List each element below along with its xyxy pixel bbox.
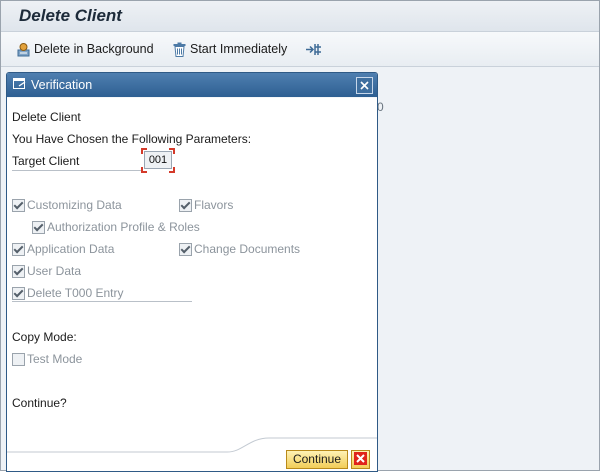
delete-in-background-label: Delete in Background [34, 42, 154, 56]
page-title: Delete Client [19, 6, 122, 25]
start-immediately-button[interactable]: Start Immediately [172, 40, 287, 58]
focus-corner-tl [141, 148, 147, 154]
customizing-data-checkbox[interactable]: Customizing Data [12, 198, 122, 212]
background-job-icon [16, 42, 31, 57]
schedule-button[interactable] [305, 40, 322, 58]
schedule-icon [305, 42, 322, 57]
continue-button[interactable]: Continue [286, 450, 348, 469]
dialog-close-button[interactable] [356, 77, 373, 94]
start-immediately-label: Start Immediately [190, 42, 288, 56]
app-window: Delete Client Delete in Background Start… [0, 0, 600, 472]
authorization-profile-roles-checkbox[interactable]: Authorization Profile & Roles [32, 220, 200, 234]
delete-t000-entry-checkbox[interactable]: Delete T000 Entry [12, 286, 124, 300]
user-data-checkbox[interactable]: User Data [12, 264, 81, 278]
continue-question: Continue? [12, 396, 67, 410]
target-client-label: Target Client [12, 154, 80, 168]
checkbox-box [179, 242, 192, 256]
background-text: 0 [377, 100, 384, 114]
delete-t000-entry-label: Delete T000 Entry [27, 286, 124, 300]
customizing-data-label: Customizing Data [27, 198, 122, 212]
checkbox-box [32, 220, 45, 234]
cancel-icon [354, 451, 367, 468]
checkbox-box [12, 286, 25, 300]
test-mode-label: Test Mode [27, 352, 83, 366]
copy-mode-label: Copy Mode: [12, 330, 77, 344]
flavors-label: Flavors [194, 198, 234, 212]
dialog-window-icon [13, 78, 27, 94]
dialog-body: Delete Client You Have Chosen the Follow… [7, 98, 377, 471]
checkbox-box [12, 264, 25, 278]
dialog-header: Verification [7, 73, 377, 97]
checkbox-box [12, 198, 25, 212]
target-client-field[interactable]: 001 [144, 151, 172, 169]
application-data-label: Application Data [27, 242, 115, 256]
test-mode-checkbox[interactable]: Test Mode [12, 352, 82, 366]
close-icon [360, 79, 369, 93]
delete-in-background-button[interactable]: Delete in Background [16, 40, 154, 58]
user-data-label: User Data [27, 264, 82, 278]
checkbox-box [12, 242, 25, 256]
flavors-checkbox[interactable]: Flavors [179, 198, 233, 212]
application-toolbar: Delete in Background Start Immediately [1, 32, 599, 67]
dialog-title: Verification [31, 78, 93, 92]
title-bar: Delete Client [1, 1, 599, 32]
focus-corner-br [169, 167, 175, 173]
authorization-profile-roles-label: Authorization Profile & Roles [47, 220, 200, 234]
checkbox-box [179, 198, 192, 212]
target-client-divider [12, 170, 142, 171]
cancel-button[interactable] [351, 450, 370, 469]
focus-corner-tr [169, 148, 175, 154]
change-documents-label: Change Documents [194, 242, 301, 256]
focus-corner-bl [141, 167, 147, 173]
verification-dialog: Verification Delete Client You Have Chos… [6, 72, 378, 472]
trash-icon [172, 42, 187, 57]
checkbox-box [12, 352, 25, 366]
parameters-heading: You Have Chosen the Following Parameters… [12, 132, 252, 146]
application-data-checkbox[interactable]: Application Data [12, 242, 114, 256]
change-documents-checkbox[interactable]: Change Documents [179, 242, 300, 256]
delete-t000-divider [12, 301, 192, 302]
dialog-heading: Delete Client [12, 110, 81, 124]
